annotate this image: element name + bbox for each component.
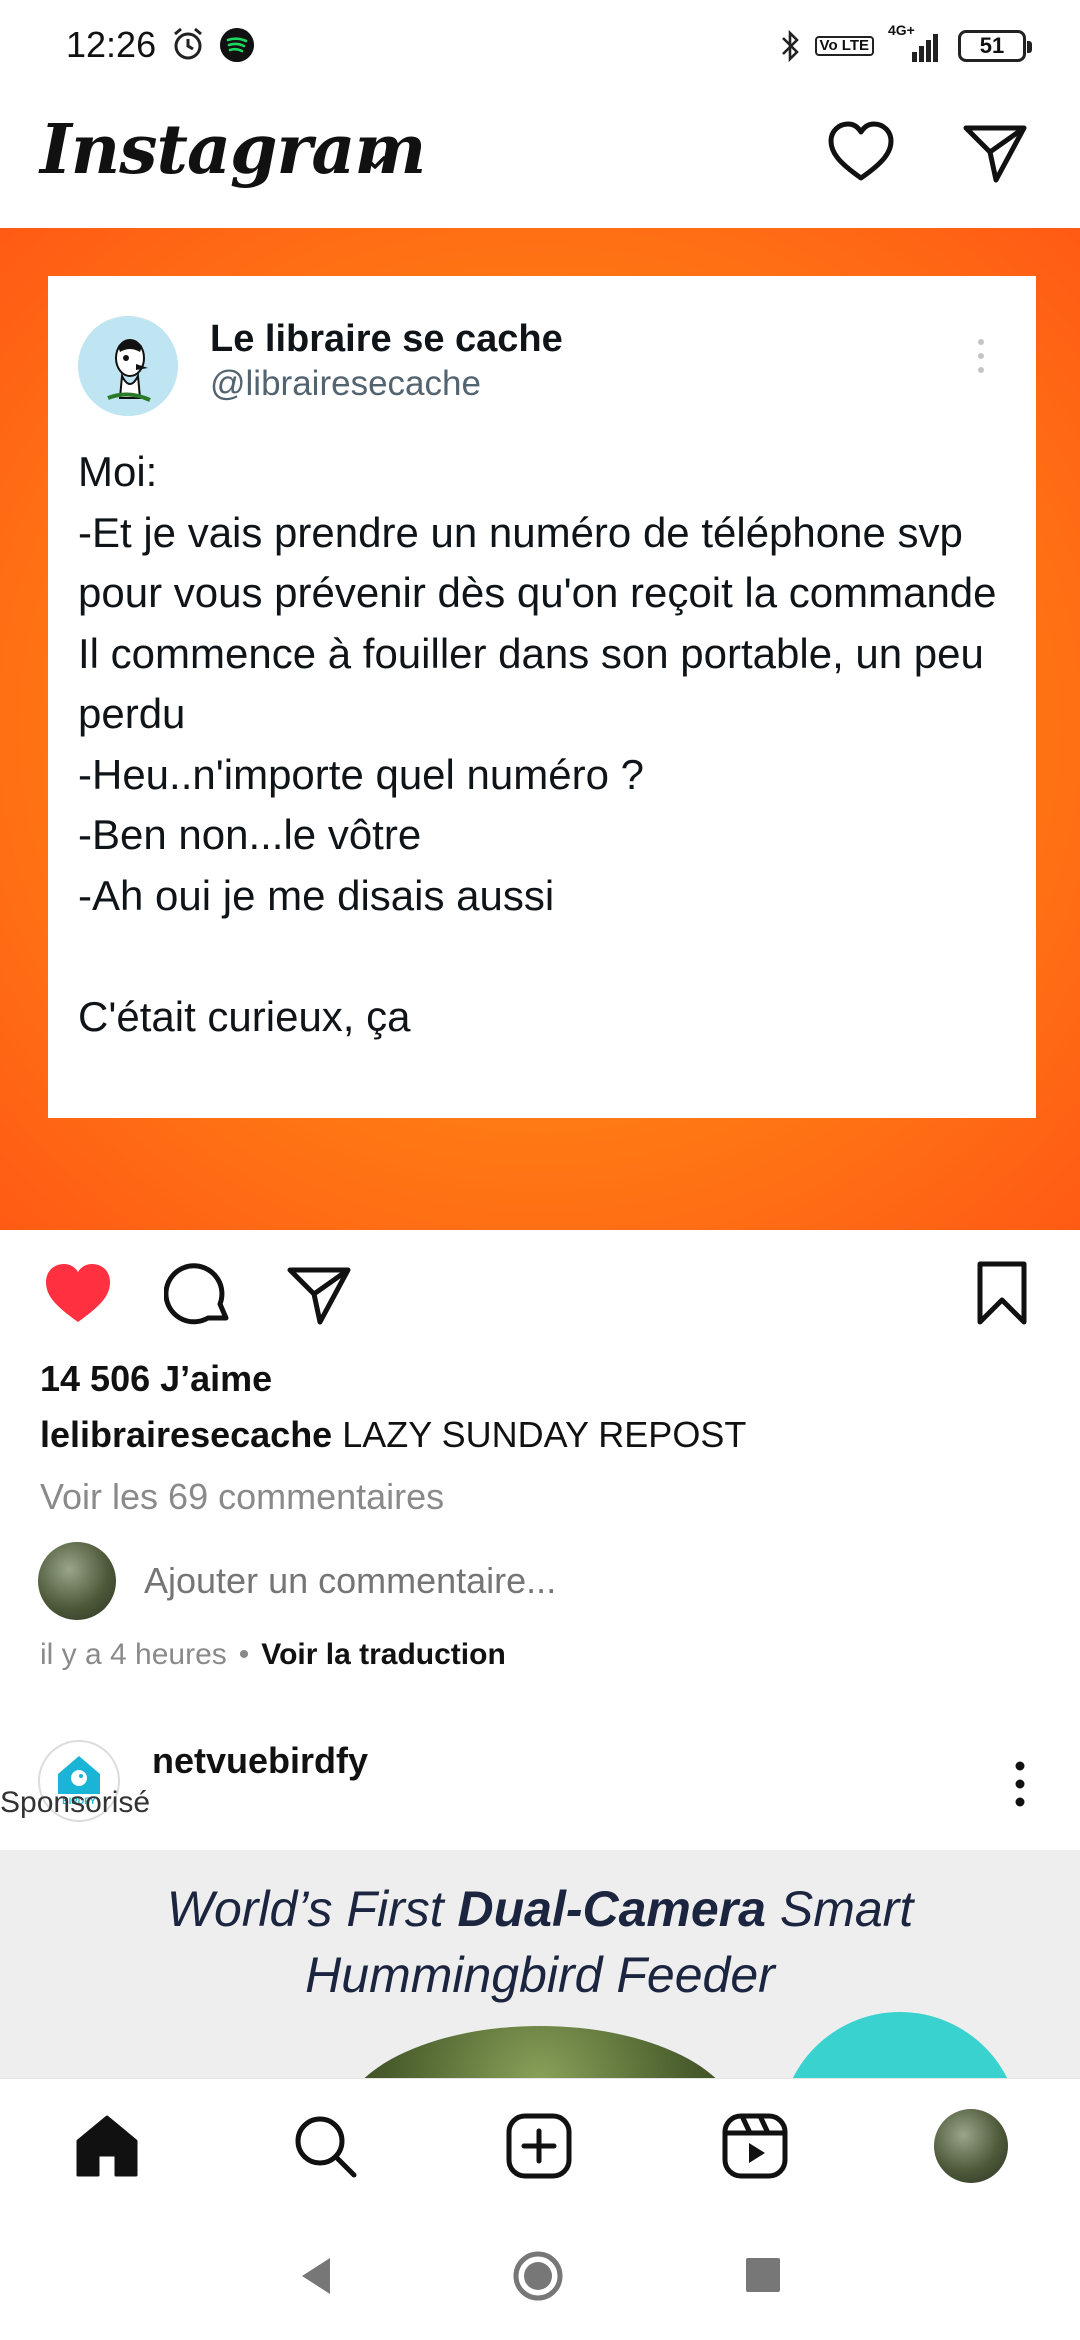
reels-icon[interactable] — [720, 2111, 790, 2181]
ad-headline-line2: Hummingbird Feeder — [305, 1947, 775, 2003]
home-icon[interactable] — [72, 2111, 142, 2181]
sponsored-post-header: BIRDFY netvuebirdfy Sponsorisé — [0, 1726, 1080, 1836]
tweet-text: Moi: -Et je vais prendre un numéro de té… — [78, 448, 997, 1040]
bluetooth-icon — [781, 29, 799, 63]
bookmark-icon[interactable] — [972, 1258, 1032, 1328]
ad-product-photo — [340, 2026, 740, 2078]
post-timestamp: il y a 4 heures — [40, 1638, 227, 1671]
more-options-icon[interactable] — [1010, 1758, 1030, 1810]
post-meta: il y a 4 heures • Voir la traduction — [40, 1638, 506, 1672]
translate-link[interactable]: Voir la traduction — [261, 1638, 505, 1671]
likes-count[interactable]: 14 506 J’aime — [40, 1358, 272, 1400]
ad-headline-part2: Smart — [765, 1881, 914, 1937]
tweet-card: Le libraire se cache @librairesecache Mo… — [48, 276, 1036, 1118]
comment-input[interactable] — [144, 1560, 844, 1602]
create-post-icon[interactable] — [504, 2111, 574, 2181]
avatar — [38, 1542, 116, 1620]
alarm-icon — [174, 27, 202, 60]
notifications-heart-icon[interactable] — [826, 118, 896, 188]
cartoon-avatar-icon — [78, 316, 178, 416]
caption-text: LAZY SUNDAY REPOST — [332, 1414, 747, 1455]
back-icon[interactable] — [296, 2254, 336, 2298]
tweet-author-handle: @librairesecache — [210, 364, 481, 403]
home-button-icon[interactable] — [512, 2250, 564, 2302]
comment-icon[interactable] — [164, 1260, 234, 1330]
battery-indicator: 51 — [958, 30, 1032, 62]
share-icon[interactable] — [284, 1260, 354, 1330]
status-right: Vo LTE 4G+ 51 — [779, 22, 1032, 66]
ad-image[interactable]: World’s First Dual-Camera Smart Hummingb… — [0, 1850, 1080, 2078]
chevron-down-icon[interactable] — [358, 146, 392, 180]
status-time: 12:26 — [66, 24, 157, 65]
profile-avatar[interactable] — [934, 2109, 1008, 2183]
view-comments-link[interactable]: Voir les 69 commentaires — [40, 1476, 444, 1518]
sponsor-account-name[interactable]: netvuebirdfy — [152, 1740, 368, 1782]
tweet-avatar — [78, 316, 178, 416]
ad-headline-part1: World’s First — [166, 1881, 458, 1937]
meta-separator: • — [238, 1638, 250, 1671]
status-bar: 12:26 Vo LTE 4G+ 51 — [0, 0, 1080, 92]
signal-indicator: 4G+ — [888, 22, 944, 64]
post-image[interactable]: Le libraire se cache @librairesecache Mo… — [0, 228, 1080, 1230]
caption-username[interactable]: lelibrairesecache — [40, 1414, 332, 1455]
tweet-more-icon — [978, 339, 984, 373]
battery-level: 51 — [979, 33, 1005, 58]
system-navigation — [0, 2210, 1080, 2340]
post-actions — [0, 1230, 1080, 1350]
spotify-icon — [220, 28, 254, 62]
post-caption: lelibrairesecache LAZY SUNDAY REPOST — [40, 1414, 746, 1456]
bottom-navigation — [0, 2078, 1080, 2210]
tweet-author-name: Le libraire se cache — [210, 318, 563, 360]
ad-discount-badge — [780, 2012, 1020, 2078]
app-header: Instagram — [0, 92, 1080, 228]
ad-headline-bold: Dual-Camera — [457, 1881, 766, 1937]
search-icon[interactable] — [290, 2111, 360, 2181]
direct-messages-icon[interactable] — [960, 118, 1030, 188]
sponsored-label: Sponsorisé — [0, 1786, 151, 1819]
signal-icon — [912, 34, 938, 62]
like-heart-icon[interactable] — [42, 1260, 114, 1326]
ad-headline: World’s First Dual-Camera Smart Hummingb… — [0, 1876, 1080, 2008]
add-comment-row — [38, 1542, 1038, 1622]
volte-badge: Vo LTE — [814, 36, 874, 56]
recent-apps-icon[interactable] — [746, 2258, 780, 2292]
